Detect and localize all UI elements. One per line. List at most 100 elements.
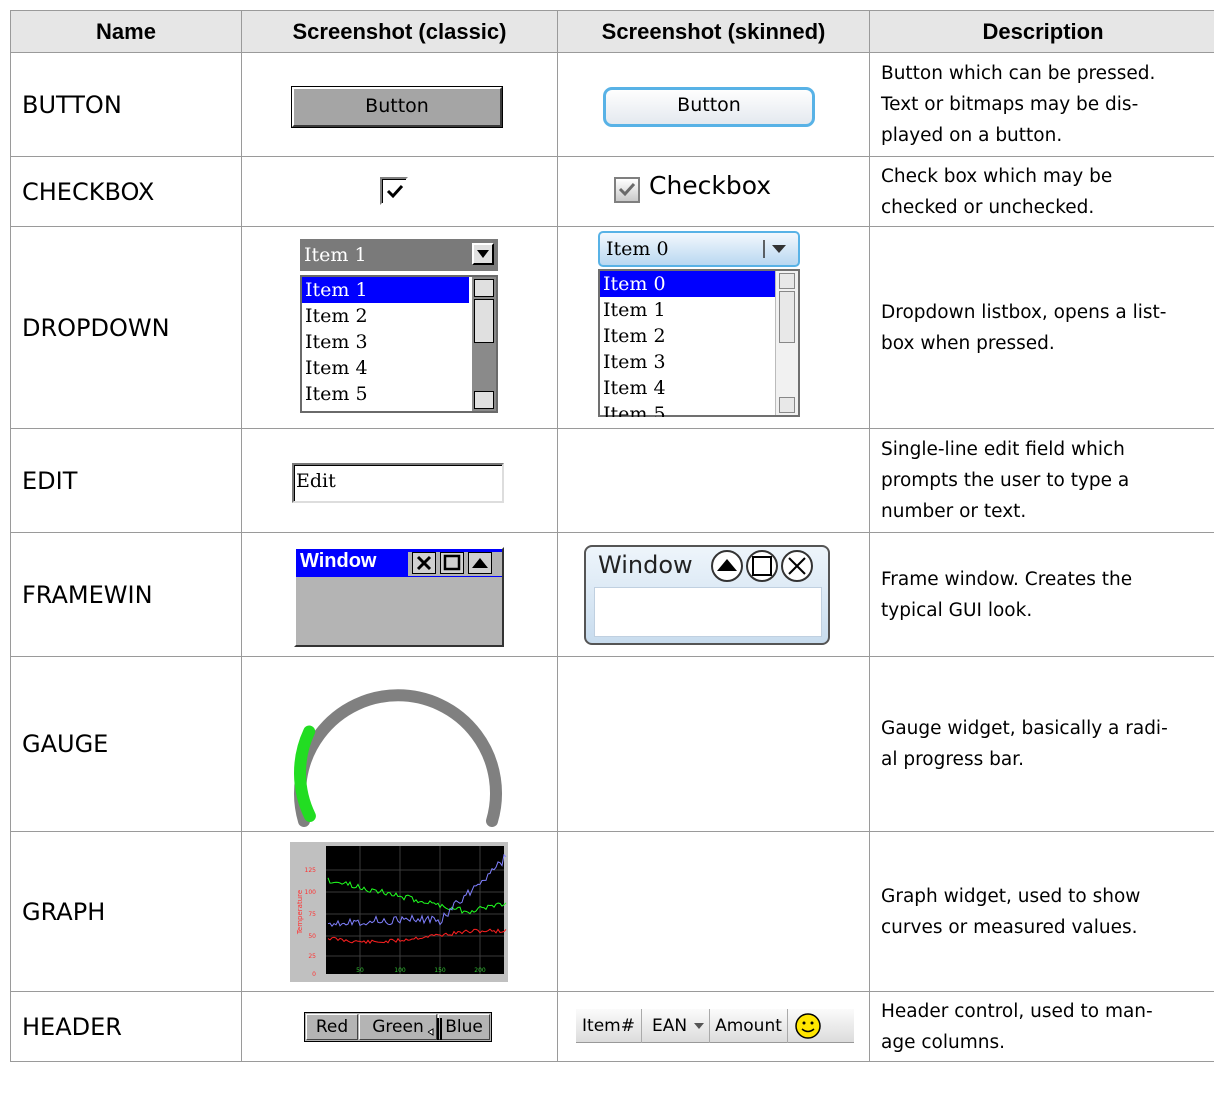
y-tick-label: 25 xyxy=(308,953,316,960)
y-tick-label: 50 xyxy=(308,933,316,940)
row-description: Graph widget, used to show curves or mea… xyxy=(869,831,1214,992)
desc-line: Frame window. Creates the xyxy=(881,568,1133,590)
desc-line: number or text. xyxy=(881,501,1027,522)
maximize-icon[interactable] xyxy=(440,552,464,574)
classic-dropdown[interactable]: Item 1 Item 1 Item 2 Item 3 Item 4 Item … xyxy=(300,239,498,413)
row-name: EDIT xyxy=(10,428,242,533)
header-classic: Screenshot (classic) xyxy=(241,10,558,53)
header-column[interactable]: Item# xyxy=(576,1009,642,1043)
resize-cursor-icon xyxy=(427,1018,442,1040)
minimize-icon[interactable] xyxy=(468,552,492,574)
scrollbar[interactable] xyxy=(775,271,798,415)
list-item[interactable]: Item 0 xyxy=(600,271,775,297)
list-item[interactable]: Item 3 xyxy=(302,329,496,355)
list-item[interactable]: Item 2 xyxy=(600,323,798,349)
row-name: CHECKBOX xyxy=(10,156,242,227)
y-tick-label: 0 xyxy=(312,971,316,978)
skinned-dropdown[interactable]: Item 0 Item 0 Item 1 Item 2 Item 3 Item … xyxy=(598,231,800,417)
widget-table: Name Screenshot (classic) Screenshot (sk… xyxy=(10,10,1214,1062)
close-icon[interactable] xyxy=(412,552,436,574)
scroll-down-icon[interactable] xyxy=(474,391,494,409)
header-column[interactable]: Green xyxy=(359,1014,437,1040)
header-column[interactable]: Red xyxy=(306,1014,358,1040)
table-row: DROPDOWN Item 1 Item 1 Item 2 Item 3 Ite… xyxy=(10,226,1214,429)
list-item[interactable]: Item 1 xyxy=(600,297,798,323)
list-item[interactable]: Item 4 xyxy=(302,355,496,381)
classic-checkbox[interactable] xyxy=(380,177,408,205)
header-column[interactable]: EAN xyxy=(642,1009,710,1043)
title-buttons xyxy=(711,550,813,582)
minimize-icon[interactable] xyxy=(711,550,743,582)
row-description: Header control, used to man- age columns… xyxy=(869,991,1214,1062)
sort-arrow-icon xyxy=(693,1023,704,1029)
y-tick-label: 125 xyxy=(305,867,317,874)
table-header-row: Name Screenshot (classic) Screenshot (sk… xyxy=(10,10,1214,53)
desc-line: prompts the user to type a xyxy=(881,470,1130,491)
skinned-screenshot xyxy=(557,831,870,992)
scroll-up-icon[interactable] xyxy=(474,279,494,297)
list-item[interactable]: Item 4 xyxy=(600,375,798,401)
list-item[interactable]: Item 3 xyxy=(600,349,798,375)
header-description: Description xyxy=(869,10,1214,53)
chevron-down-icon[interactable] xyxy=(762,234,798,264)
desc-line: checked or unchecked. xyxy=(881,196,1095,218)
x-tick-label: 50 xyxy=(356,967,364,974)
header-column[interactable]: Amount xyxy=(710,1009,788,1043)
row-description: Single-line edit field which prompts the… xyxy=(869,428,1214,533)
classic-frame-window[interactable]: Window xyxy=(294,547,504,647)
dropdown-selected[interactable]: Item 1 xyxy=(300,239,498,271)
list-item[interactable]: Item 5 xyxy=(302,381,496,407)
skinned-header-control: Item# EAN Amount xyxy=(576,1009,854,1043)
table-row: BUTTON Button Button Button which can be… xyxy=(10,52,1214,157)
skinned-screenshot: Checkbox xyxy=(557,156,870,227)
desc-line: box when pressed. xyxy=(881,332,1055,354)
classic-screenshot: 125 100 75 50 25 0 50 100 150 200 Temper… xyxy=(241,831,558,992)
scrollbar[interactable] xyxy=(472,277,496,411)
classic-edit-field[interactable]: Edit xyxy=(292,463,504,503)
table-row: CHECKBOX Checkbox Check box which may be… xyxy=(10,156,1214,227)
classic-button[interactable]: Button xyxy=(292,87,502,127)
classic-screenshot: Button xyxy=(241,52,558,157)
scroll-thumb[interactable] xyxy=(779,291,795,343)
window-title: Window xyxy=(300,550,377,572)
scroll-up-icon[interactable] xyxy=(779,273,795,289)
skinned-screenshot xyxy=(557,428,870,533)
maximize-icon[interactable] xyxy=(746,550,778,582)
list-item[interactable]: Item 5 xyxy=(600,401,798,417)
skinned-checkbox[interactable] xyxy=(614,177,640,203)
scroll-thumb[interactable] xyxy=(474,299,494,343)
skinned-screenshot: Window xyxy=(557,532,870,657)
desc-line: Gauge widget, basically a radi- xyxy=(881,718,1168,739)
table-row: EDIT Edit Single-line edit field which p… xyxy=(10,428,1214,533)
classic-screenshot: Window xyxy=(241,532,558,657)
list-item[interactable]: Item 1 xyxy=(302,277,469,303)
skinned-frame-window[interactable]: Window xyxy=(584,545,830,645)
scroll-down-icon[interactable] xyxy=(779,397,795,413)
desc-line: played on a button. xyxy=(881,125,1063,146)
smiley-icon xyxy=(795,1013,821,1039)
list-item[interactable]: Item 2 xyxy=(302,303,496,329)
y-tick-label: 75 xyxy=(308,911,316,918)
desc-line: Text or bitmaps may be dis- xyxy=(881,94,1139,115)
close-icon[interactable] xyxy=(781,550,813,582)
row-name: DROPDOWN xyxy=(10,226,242,429)
window-title: Window xyxy=(598,551,693,579)
skinned-screenshot: Item# EAN Amount xyxy=(557,991,870,1062)
desc-line: age columns. xyxy=(881,1031,1005,1053)
header-skinned: Screenshot (skinned) xyxy=(557,10,870,53)
skinned-screenshot xyxy=(557,656,870,832)
classic-screenshot xyxy=(241,156,558,227)
desc-line: al progress bar. xyxy=(881,749,1024,770)
gauge-fill xyxy=(294,725,316,822)
gauge-track xyxy=(294,689,502,827)
row-description: Button which can be pressed. Text or bit… xyxy=(869,52,1214,157)
skinned-button[interactable]: Button xyxy=(603,87,815,127)
skinned-screenshot: Item 0 Item 0 Item 1 Item 2 Item 3 Item … xyxy=(557,226,870,429)
row-name: FRAMEWIN xyxy=(10,532,242,657)
row-description: Dropdown listbox, opens a list- box when… xyxy=(869,226,1214,429)
classic-screenshot: Item 1 Item 1 Item 2 Item 3 Item 4 Item … xyxy=(241,226,558,429)
row-name: GAUGE xyxy=(10,656,242,832)
table-row: GRAPH 125 100 75 50 25 0 50 100 150 200 … xyxy=(10,831,1214,992)
chevron-down-icon[interactable] xyxy=(472,243,494,265)
x-tick-label: 200 xyxy=(474,967,486,974)
